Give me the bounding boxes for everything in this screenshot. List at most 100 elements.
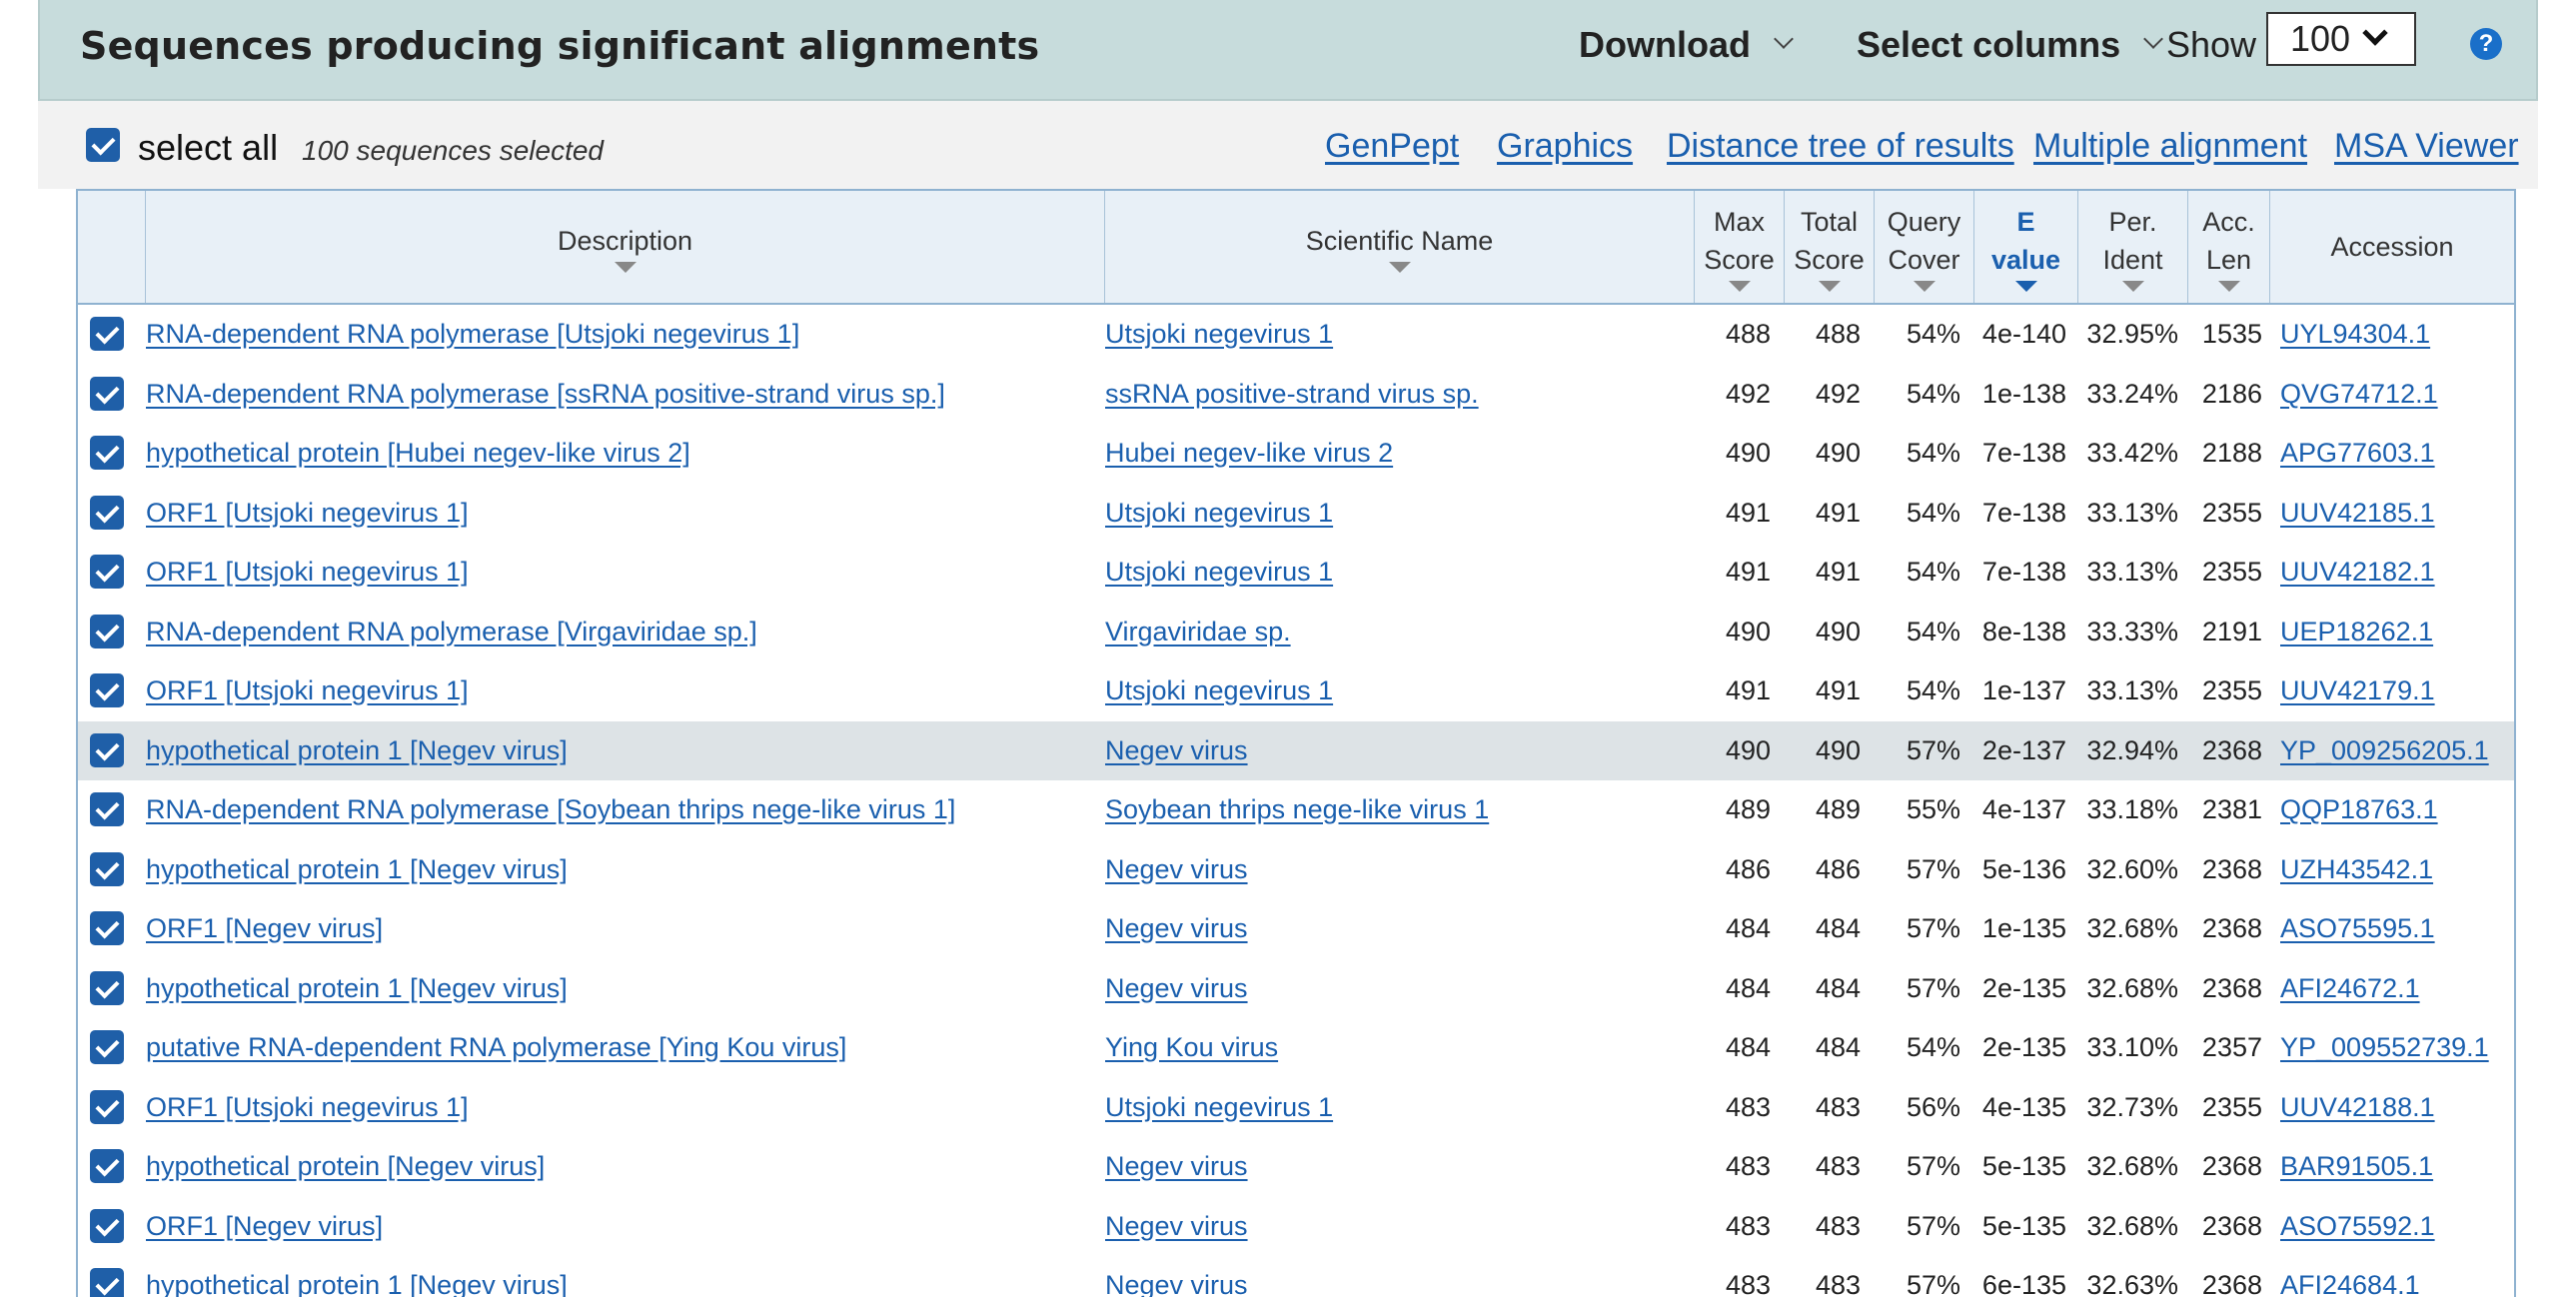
scientific-name-link[interactable]: Utsjoki negevirus 1 [1105,1078,1675,1137]
accession-link[interactable]: AFI24672.1 [2280,959,2514,1018]
description-link[interactable]: hypothetical protein [Negev virus] [146,1137,1085,1196]
description-link[interactable]: hypothetical protein 1 [Negev virus] [146,840,1085,899]
accession-link[interactable]: QVG74712.1 [2280,365,2514,424]
column-header-e-value[interactable]: E value [1974,191,2078,303]
row-checkbox[interactable] [90,614,124,648]
accession-link[interactable]: UYL94304.1 [2280,305,2514,364]
row-checkbox[interactable] [90,1030,124,1064]
download-dropdown[interactable]: Download [1579,24,1794,66]
row-checkbox[interactable] [90,1089,124,1124]
row-checkbox[interactable] [90,970,124,1005]
scientific-name-link[interactable]: ssRNA positive-strand virus sp. [1105,365,1675,424]
query-cover-cell: 57% [1906,734,1960,765]
description-link[interactable]: ORF1 [Utsjoki negevirus 1] [146,1078,1085,1137]
row-checkbox[interactable] [90,1208,124,1243]
select-all-label[interactable]: select all [138,127,278,169]
e-value-cell: 2e-135 [1981,972,2066,1003]
scientific-name-link[interactable]: Negev virus [1105,721,1675,780]
multiple-alignment-link[interactable]: Multiple alignment [2033,127,2307,166]
row-checkbox[interactable] [90,911,124,945]
scientific-name-link[interactable]: Negev virus [1105,1256,1675,1297]
description-link[interactable]: RNA-dependent RNA polymerase [Virgavirid… [146,603,1085,661]
question-circle-icon[interactable]: ? [2470,28,2502,60]
description-link[interactable]: hypothetical protein 1 [Negev virus] [146,721,1085,780]
select-columns-dropdown[interactable]: Select columns [1857,24,2163,66]
scientific-name-link[interactable]: Soybean thrips nege-like virus 1 [1105,780,1675,839]
accession-link[interactable]: APG77603.1 [2280,424,2514,483]
accession-link[interactable]: UUV42185.1 [2280,484,2514,543]
table-row: putative RNA-dependent RNA polymerase [Y… [78,1018,2514,1078]
accession-link[interactable]: QQP18763.1 [2280,780,2514,839]
column-header-total-score[interactable]: Total Score [1785,191,1875,303]
msa-viewer-link[interactable]: MSA Viewer [2334,127,2519,166]
max-score-cell: 484 [1725,913,1771,943]
row-checkbox[interactable] [90,732,124,767]
accession-link[interactable]: AFI24684.1 [2280,1256,2514,1297]
column-header-query-cover[interactable]: Query Cover [1875,191,1974,303]
description-link[interactable]: hypothetical protein 1 [Negev virus] [146,1256,1085,1297]
scientific-name-link[interactable]: Negev virus [1105,1197,1675,1256]
column-header-scientific-name[interactable]: Scientific Name [1105,191,1695,303]
scientific-name-link[interactable]: Utsjoki negevirus 1 [1105,661,1675,720]
query-cover-cell: 54% [1906,557,1960,587]
scientific-name-link[interactable]: Hubei negev-like virus 2 [1105,424,1675,483]
e-value-cell: 4e-135 [1981,1091,2066,1122]
description-link[interactable]: ORF1 [Negev virus] [146,1197,1085,1256]
row-checkbox[interactable] [90,495,124,530]
row-checkbox[interactable] [90,376,124,411]
select-all-checkbox[interactable] [86,128,120,162]
accession-link[interactable]: YP_009552739.1 [2280,1018,2514,1077]
accession-link[interactable]: ASO75592.1 [2280,1197,2514,1256]
row-checkbox[interactable] [90,317,124,351]
description-link[interactable]: ORF1 [Utsjoki negevirus 1] [146,543,1085,602]
column-header-max-score[interactable]: Max Score [1695,191,1785,303]
table-row: ORF1 [Utsjoki negevirus 1] Utsjoki negevi… [78,543,2514,603]
scientific-name-link[interactable]: Negev virus [1105,899,1675,958]
show-count-select[interactable]: 100 [2266,12,2416,66]
scientific-name-link[interactable]: Utsjoki negevirus 1 [1105,484,1675,543]
graphics-link[interactable]: Graphics [1497,127,1633,166]
description-link[interactable]: hypothetical protein 1 [Negev virus] [146,959,1085,1018]
row-checkbox[interactable] [90,792,124,826]
description-link[interactable]: putative RNA-dependent RNA polymerase [Y… [146,1018,1085,1077]
row-checkbox[interactable] [90,1268,124,1297]
accession-link[interactable]: BAR91505.1 [2280,1137,2514,1196]
accession-link[interactable]: UUV42188.1 [2280,1078,2514,1137]
accession-link[interactable]: UUV42182.1 [2280,543,2514,602]
accession-link[interactable]: UZH43542.1 [2280,840,2514,899]
accession-link[interactable]: UEP18262.1 [2280,603,2514,661]
row-checkbox[interactable] [90,555,124,589]
distance-tree-link[interactable]: Distance tree of results [1667,127,2014,166]
per-ident-cell: 32.95% [2086,319,2178,349]
scientific-name-link[interactable]: Utsjoki negevirus 1 [1105,305,1675,364]
description-link[interactable]: RNA-dependent RNA polymerase [Soybean th… [146,780,1085,839]
genpept-link[interactable]: GenPept [1325,127,1459,166]
row-checkbox[interactable] [90,851,124,886]
accession-link[interactable]: ASO75595.1 [2280,899,2514,958]
row-checkbox[interactable] [90,673,124,707]
header-select-column [78,191,146,303]
scientific-name-link[interactable]: Negev virus [1105,840,1675,899]
accession-link[interactable]: UUV42179.1 [2280,661,2514,720]
column-label: Acc. [2202,206,2255,237]
description-link[interactable]: ORF1 [Utsjoki negevirus 1] [146,484,1085,543]
column-header-description[interactable]: Description [146,191,1105,303]
scientific-name-link[interactable]: Negev virus [1105,1137,1675,1196]
description-link[interactable]: ORF1 [Negev virus] [146,899,1085,958]
column-header-acc-len[interactable]: Acc. Len [2188,191,2270,303]
row-checkbox[interactable] [90,1149,124,1183]
scientific-name-link[interactable]: Ying Kou virus [1105,1018,1675,1077]
column-header-per-ident[interactable]: Per. Ident [2078,191,2188,303]
scientific-name-link[interactable]: Virgaviridae sp. [1105,603,1675,661]
scientific-name-link[interactable]: Utsjoki negevirus 1 [1105,543,1675,602]
accession-link[interactable]: YP_009256205.1 [2280,721,2514,780]
column-label: Description [557,225,693,256]
description-link[interactable]: RNA-dependent RNA polymerase [ssRNA posi… [146,365,1085,424]
scientific-name-link[interactable]: Negev virus [1105,959,1675,1018]
description-link[interactable]: RNA-dependent RNA polymerase [Utsjoki ne… [146,305,1085,364]
row-checkbox[interactable] [90,436,124,470]
description-link[interactable]: hypothetical protein [Hubei negev-like v… [146,424,1085,483]
column-header-accession[interactable]: Accession [2270,191,2514,303]
table-row: hypothetical protein 1 [Negev virus] Nege… [78,720,2514,780]
description-link[interactable]: ORF1 [Utsjoki negevirus 1] [146,661,1085,720]
